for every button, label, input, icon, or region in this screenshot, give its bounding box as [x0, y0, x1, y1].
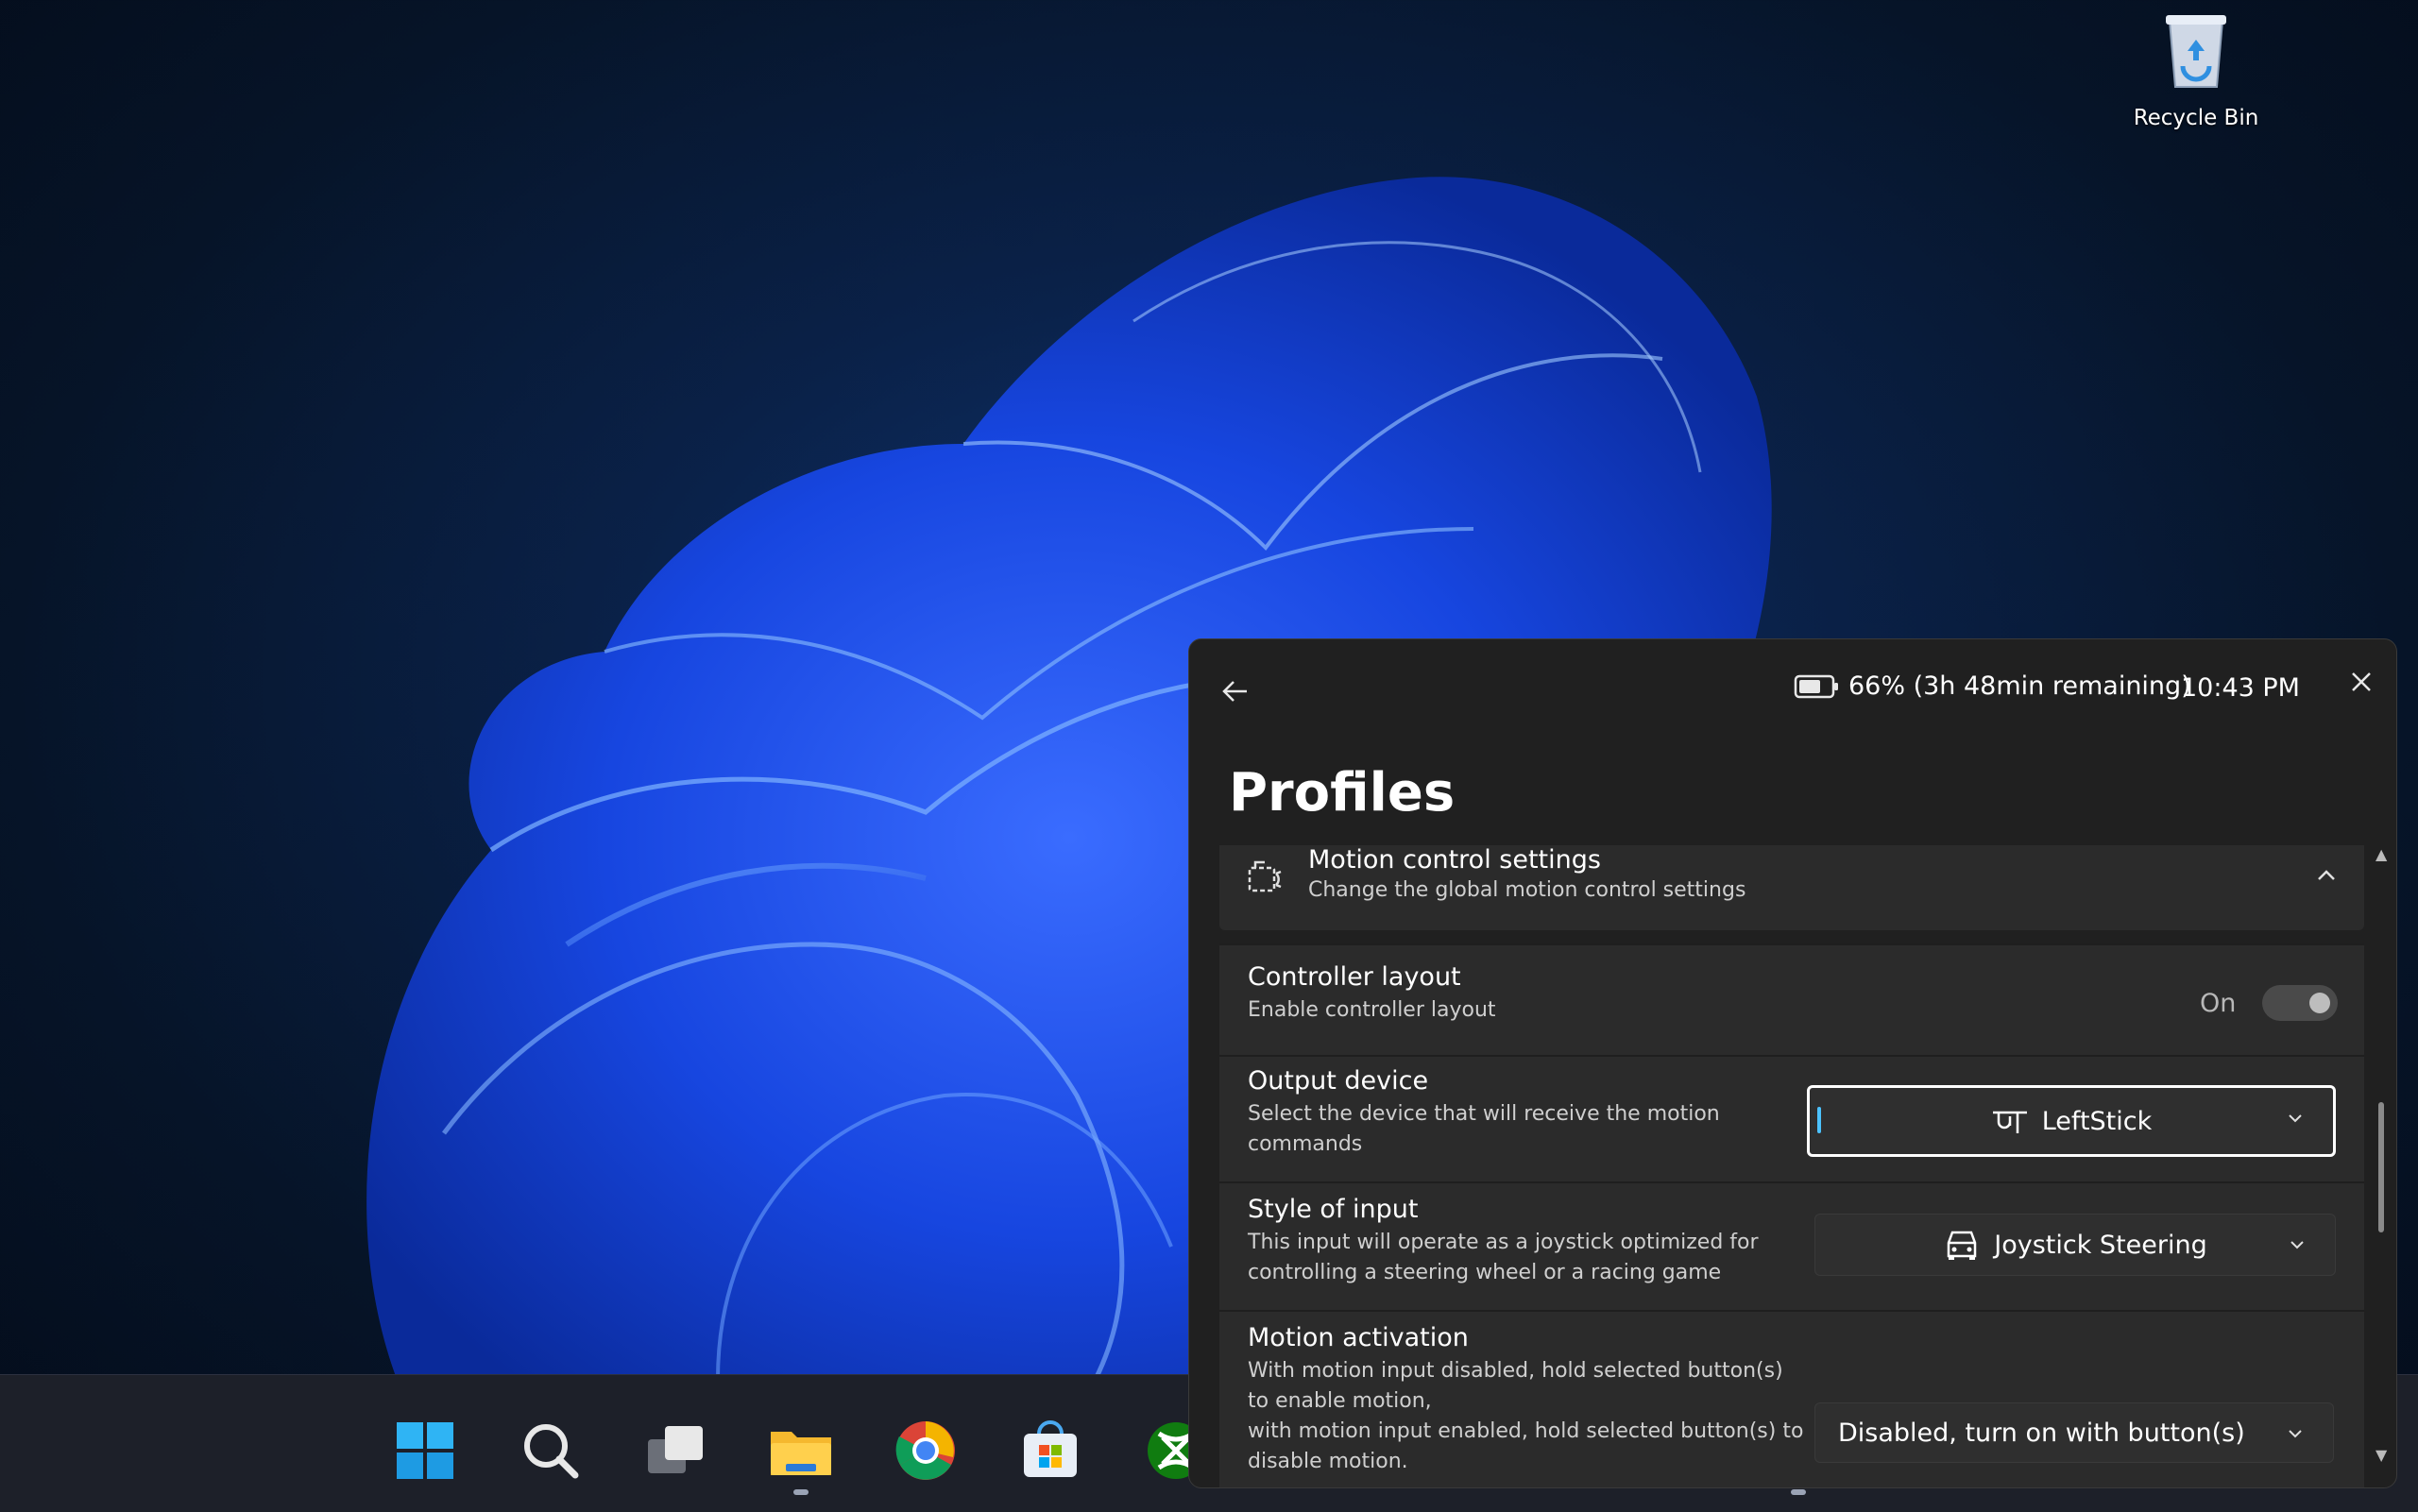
- task-view-button[interactable]: [639, 1413, 714, 1488]
- chevron-down-icon: [2289, 1114, 2302, 1123]
- motion-activation-title: Motion activation: [1248, 1323, 1469, 1352]
- scroll-up-arrow-icon[interactable]: ▲: [2375, 845, 2387, 863]
- microsoft-store-button[interactable]: [1013, 1413, 1088, 1488]
- close-button[interactable]: [2338, 658, 2385, 705]
- joystick-icon: [1992, 1111, 2027, 1133]
- scrollbar[interactable]: ▲ ▼: [2370, 845, 2392, 1465]
- motion-activation-desc-2: with motion input enabled, hold selected…: [1248, 1419, 1804, 1473]
- toggle-knob: [2309, 993, 2331, 1013]
- expander-title: Motion control settings: [1308, 845, 1601, 875]
- style-of-input-dropdown[interactable]: Joystick Steering: [1814, 1214, 2336, 1276]
- motion-activation-row: Motion activation With motion input disa…: [1219, 1310, 2364, 1487]
- controller-layout-toggle-label: On: [2200, 988, 2237, 1018]
- style-of-input-title: Style of input: [1248, 1195, 1419, 1224]
- motion-activation-value: Disabled, turn on with button(s): [1838, 1418, 2245, 1448]
- car-icon: [1948, 1231, 1977, 1260]
- back-button[interactable]: [1208, 668, 1261, 715]
- controller-layout-toggle[interactable]: [2262, 985, 2339, 1021]
- controller-layout-desc: Enable controller layout: [1248, 998, 1496, 1022]
- expander-subtitle: Change the global motion control setting…: [1308, 878, 1746, 902]
- battery-status: 66% (3h 48min remaining): [1794, 671, 2191, 701]
- output-device-row: Output device Select the device that wil…: [1219, 1055, 2364, 1183]
- settings-content: Motion control settings Change the globa…: [1219, 845, 2368, 1487]
- profiles-panel: 66% (3h 48min remaining) 10:43 PM Profil…: [1188, 638, 2397, 1488]
- windows-logo-icon: [397, 1422, 453, 1479]
- chrome-icon: [895, 1421, 955, 1480]
- scroll-down-arrow-icon[interactable]: ▼: [2375, 1446, 2387, 1464]
- style-of-input-row: Style of input This input will operate a…: [1219, 1181, 2364, 1312]
- motion-activation-desc-1: With motion input disabled, hold selecte…: [1248, 1359, 1783, 1413]
- output-device-title: Output device: [1248, 1066, 1429, 1096]
- folder-icon: [771, 1432, 831, 1475]
- file-explorer-running-indicator: [793, 1489, 809, 1495]
- battery-text: 66% (3h 48min remaining): [1848, 671, 2191, 701]
- chrome-button[interactable]: [888, 1413, 963, 1488]
- controller-layout-row: Controller layout Enable controller layo…: [1219, 943, 2364, 1057]
- task-view-icon: [648, 1426, 703, 1473]
- panel-running-indicator: [1791, 1489, 1806, 1495]
- style-of-input-value: Joystick Steering: [1994, 1230, 2207, 1260]
- scroll-thumb[interactable]: [2378, 1102, 2384, 1232]
- store-icon: [1024, 1420, 1077, 1477]
- desktop-icon-label: Recycle Bin: [2133, 106, 2259, 130]
- motion-control-expander[interactable]: Motion control settings Change the globa…: [1219, 845, 2364, 930]
- output-device-desc: Select the device that will receive the …: [1248, 1102, 1720, 1156]
- focus-accent: [1817, 1107, 1821, 1133]
- back-arrow-icon: [1222, 681, 1247, 702]
- search-button[interactable]: [513, 1413, 588, 1488]
- recycle-bin-icon: [2158, 8, 2234, 93]
- close-icon: [2352, 672, 2371, 691]
- motion-activation-dropdown[interactable]: Disabled, turn on with button(s): [1814, 1402, 2334, 1463]
- output-device-dropdown[interactable]: LeftStick: [1807, 1085, 2336, 1157]
- panel-header: 66% (3h 48min remaining) 10:43 PM: [1189, 639, 2396, 734]
- chevron-up-icon[interactable]: [2311, 860, 2341, 891]
- search-icon: [524, 1424, 579, 1479]
- controller-layout-title: Controller layout: [1248, 962, 1461, 992]
- start-button[interactable]: [387, 1413, 463, 1488]
- style-of-input-desc: This input will operate as a joystick op…: [1248, 1231, 1759, 1284]
- file-explorer-button[interactable]: [763, 1413, 839, 1488]
- page-title: Profiles: [1229, 762, 1456, 824]
- output-device-value: LeftStick: [2041, 1106, 2153, 1136]
- chevron-down-icon: [2289, 1430, 2302, 1438]
- chevron-down-icon: [2290, 1241, 2304, 1249]
- battery-icon: [1794, 674, 1838, 698]
- desktop-icon-recycle-bin[interactable]: Recycle Bin: [2125, 8, 2267, 130]
- clock: 10:43 PM: [2181, 673, 2300, 703]
- motion-settings-icon: [1248, 860, 1282, 892]
